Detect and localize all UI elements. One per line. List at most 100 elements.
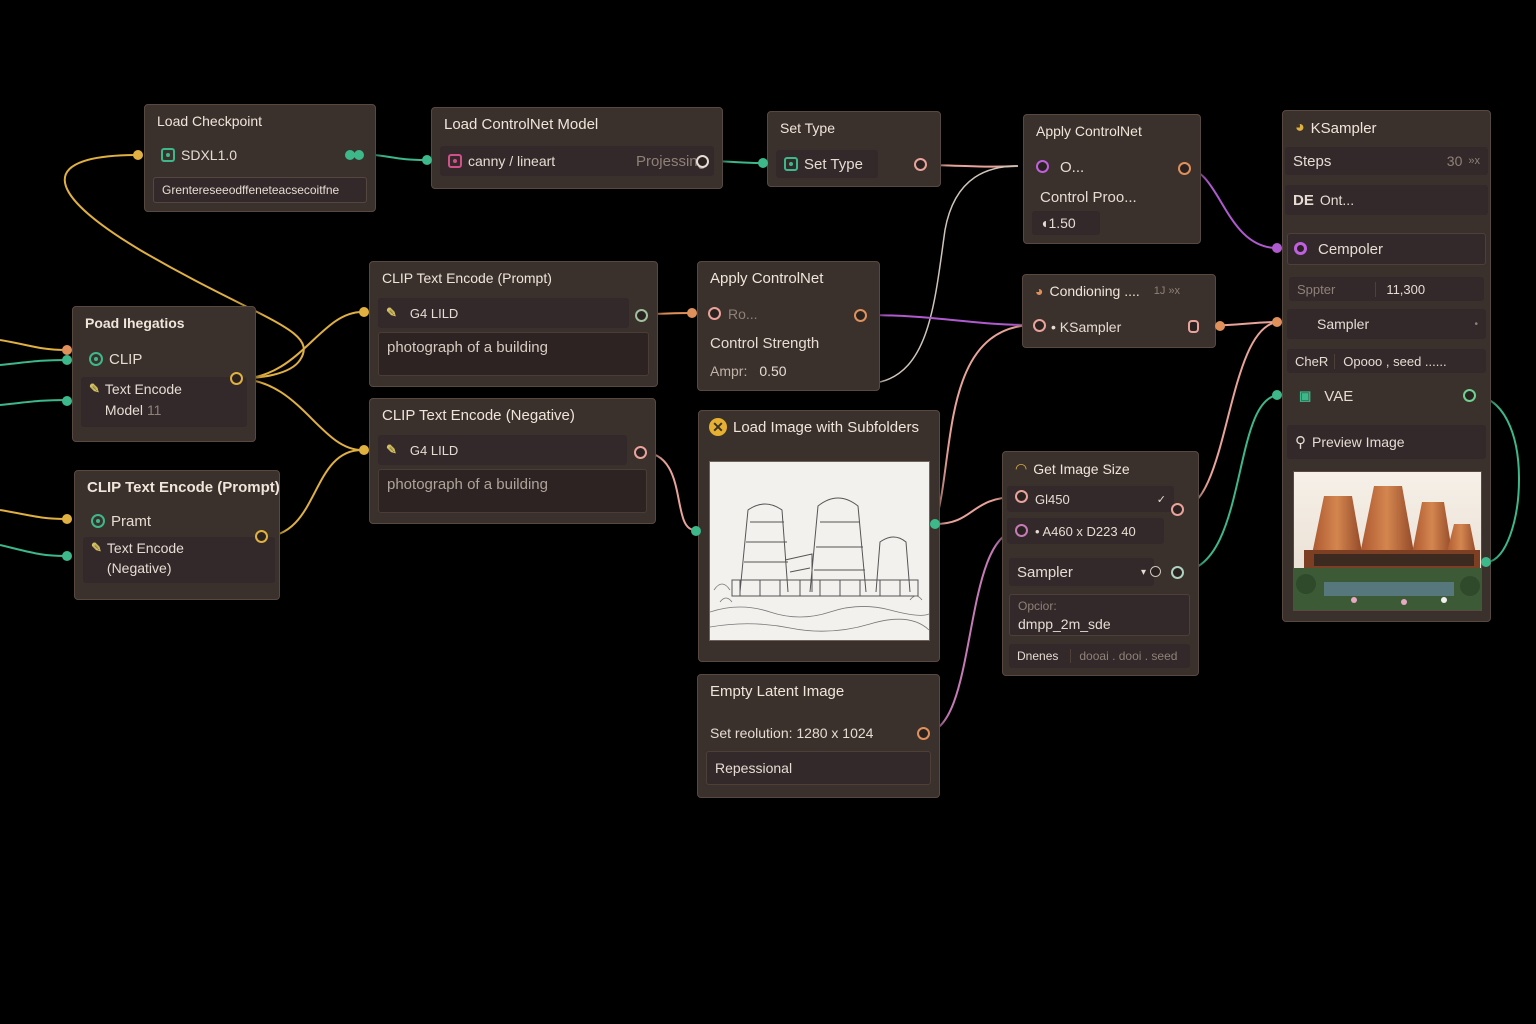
text-encode-row[interactable]: ✎ Text Encode Model 11: [81, 377, 247, 427]
check-icon: ✓: [1156, 493, 1166, 506]
opcion-label: Opcior:: [1018, 598, 1057, 613]
sampler-row[interactable]: Sampler •: [1287, 309, 1486, 339]
cempoler-row[interactable]: Cempoler: [1287, 233, 1486, 265]
preview-image-row[interactable]: ⚲ Preview Image: [1287, 425, 1486, 459]
apply-cn-mid-input-row[interactable]: Ro...: [720, 300, 871, 328]
conditioning-badge: 1J »x: [1153, 285, 1181, 297]
socket-negative-in[interactable]: [359, 445, 369, 455]
socket-conditioning-link[interactable]: [1215, 321, 1225, 331]
socket-conditioning-in[interactable]: [1033, 319, 1046, 332]
latent-field[interactable]: Repessional: [706, 751, 931, 785]
socket-left-prompt-in-1[interactable]: [62, 514, 72, 524]
clip-negative-input-row[interactable]: ✎ G4 LILD: [378, 435, 627, 465]
denter-row[interactable]: Dnenes dooai . dooi . seed: [1009, 644, 1190, 668]
node-conditioning[interactable]: ◕ Condioning .... 1J »x • KSampler: [1022, 274, 1216, 348]
apply-cn-value-field[interactable]: ◖1.50: [1032, 211, 1100, 235]
socket-checkpoint-in[interactable]: [133, 150, 143, 160]
conditioning-output-row[interactable]: • KSampler: [1043, 313, 1207, 341]
negative-textarea[interactable]: photograph of a building: [378, 469, 647, 513]
node-apply-controlnet-mid[interactable]: Apply ControlNet Ro... Control Strength …: [697, 261, 880, 391]
control-strength-label: Control Strength: [710, 334, 820, 352]
socket-applycn-mid-left[interactable]: [687, 308, 697, 318]
socket-ksampler-cond-in[interactable]: [1272, 243, 1282, 253]
socket-negative-out[interactable]: [634, 446, 647, 459]
socket-settype-out[interactable]: [914, 158, 927, 171]
socket-imagesize-dims[interactable]: [1015, 524, 1028, 537]
prompt-text: photograph of a building: [387, 339, 548, 356]
socket-cempoler-in[interactable]: [1294, 242, 1307, 255]
socket-left-prompt-out[interactable]: [255, 530, 268, 543]
set-type-row[interactable]: Set Type: [776, 150, 878, 178]
width-row[interactable]: Gl450 ✓: [1007, 486, 1174, 512]
socket-applycn-mid-out[interactable]: [854, 309, 867, 322]
pramt-label: Pramt: [111, 512, 152, 530]
wire-applycn-conditioning: [861, 314, 1031, 326]
controlnet-model-row[interactable]: canny / lineart Projessing: [440, 146, 714, 176]
text-encode-negative-row[interactable]: ✎ Text Encode (Negative): [83, 537, 275, 583]
socket-applycn-top-in[interactable]: [1036, 160, 1049, 173]
socket-sampler-select[interactable]: [1150, 566, 1161, 577]
node-empty-latent[interactable]: Empty Latent Image Set reolution: 1280 x…: [697, 674, 940, 798]
dims-row[interactable]: • A460 x D223 40: [1007, 518, 1164, 544]
close-icon[interactable]: ✕: [709, 418, 727, 436]
socket-sampler-out[interactable]: [1171, 566, 1184, 579]
pramt-icon: [91, 514, 105, 528]
vae-row[interactable]: ▣ VAE: [1291, 381, 1482, 411]
socket-negation-out[interactable]: [230, 372, 243, 385]
node-set-type[interactable]: Set Type Set Type: [767, 111, 941, 187]
socket-vae-out[interactable]: [1463, 389, 1476, 402]
model-icon: [161, 148, 175, 162]
node-load-image[interactable]: ✕ Load Image with Subfolders: [698, 410, 940, 662]
ampr-row[interactable]: Ampr: 0.50: [702, 357, 871, 385]
socket-sampler-in[interactable]: [1272, 317, 1282, 327]
node-poad-negation[interactable]: Poad Ihegatios CLIP ✎ Text Encode Model …: [72, 306, 256, 442]
socket-image-in[interactable]: [691, 526, 701, 536]
apply-cn-input-row[interactable]: O...: [1052, 153, 1192, 181]
socket-negation-in-3[interactable]: [62, 396, 72, 406]
opcion-field[interactable]: Opcior: dmpp_2m_sde: [1009, 594, 1190, 636]
socket-settype-in[interactable]: [758, 158, 768, 168]
socket-negation-in-1[interactable]: [62, 345, 72, 355]
node-load-checkpoint[interactable]: Load Checkpoint SDXL1.0 Grentereseeodffe…: [144, 104, 376, 212]
socket-applycn-top-out[interactable]: [1178, 162, 1191, 175]
load-image-title-text: Load Image with Subfolders: [733, 418, 919, 436]
socket-negation-in-2[interactable]: [62, 355, 72, 365]
socket-imagesize-width[interactable]: [1015, 490, 1028, 503]
pramt-row[interactable]: Pramt: [83, 507, 271, 535]
socket-controlnet-out[interactable]: [696, 155, 709, 168]
checkpoint-field[interactable]: Grentereseeodffeneteacsecoitfne: [153, 177, 367, 203]
node-apply-controlnet-top[interactable]: Apply ControlNet O... Control Proo... ◖1…: [1023, 114, 1201, 244]
socket-prompt-in[interactable]: [359, 307, 369, 317]
sampler-select[interactable]: Sampler ▾: [1009, 558, 1154, 586]
node-ksampler[interactable]: ◕ KSampler Steps 30 »x DE Ont... Cempole…: [1282, 110, 1491, 622]
node-clip-negative[interactable]: CLIP Text Encode (Negative) ✎ G4 LILD ph…: [369, 398, 656, 524]
socket-imagesize-out[interactable]: [1171, 503, 1184, 516]
node-clip-prompt-left[interactable]: CLIP Text Encode (Prompt) Pramt ✎ Text E…: [74, 470, 280, 600]
ksampler-icon: ◕: [1295, 119, 1305, 136]
resolution-row[interactable]: Set reolution: 1280 x 1024: [702, 719, 931, 747]
socket-conditioning-out[interactable]: [1188, 320, 1199, 333]
steps-row[interactable]: Steps 30 »x: [1285, 147, 1488, 175]
node-get-image-size[interactable]: ◠ Get Image Size Gl450 ✓ • A460 x D223 4…: [1002, 451, 1199, 676]
clip-prompt-input-row[interactable]: ✎ G4 LILD: [378, 298, 629, 328]
prompt-textarea[interactable]: photograph of a building: [378, 332, 649, 376]
sppter-row[interactable]: Sppter 11,300: [1289, 277, 1484, 301]
socket-controlnet-in[interactable]: [422, 155, 432, 165]
node-title: CLIP Text Encode (Prompt): [382, 270, 552, 286]
lineart-image: [709, 461, 930, 641]
resolution-value: Set reolution: 1280 x 1024: [710, 725, 874, 741]
socket-checkpoint-out-2[interactable]: [354, 150, 364, 160]
socket-applycn-mid-in[interactable]: [708, 307, 721, 320]
socket-prompt-out[interactable]: [635, 309, 648, 322]
socket-latent-out[interactable]: [917, 727, 930, 740]
checkpoint-model-row[interactable]: SDXL1.0: [153, 141, 367, 169]
socket-preview-in[interactable]: [1481, 557, 1491, 567]
socket-image-out[interactable]: [930, 519, 940, 529]
clip-row[interactable]: CLIP: [81, 345, 247, 373]
node-load-controlnet[interactable]: Load ControlNet Model canny / lineart Pr…: [431, 107, 723, 189]
socket-vae-in[interactable]: [1272, 390, 1282, 400]
cher-row[interactable]: CheR Opooo , seed ......: [1287, 349, 1486, 373]
node-clip-prompt[interactable]: CLIP Text Encode (Prompt) ✎ G4 LILD phot…: [369, 261, 658, 387]
socket-left-prompt-in-2[interactable]: [62, 551, 72, 561]
de-row[interactable]: DE Ont...: [1285, 185, 1488, 215]
